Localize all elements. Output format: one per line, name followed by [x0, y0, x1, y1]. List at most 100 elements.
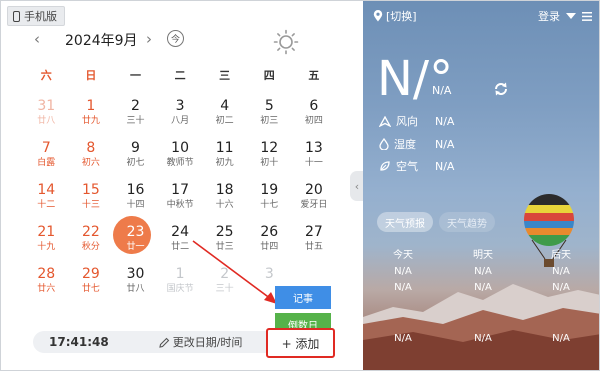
- lunar-date: 三十: [126, 116, 145, 126]
- lunar-date: 三十: [215, 284, 234, 294]
- calendar-day[interactable]: 15 十三: [69, 181, 114, 223]
- next-month-button[interactable]: ›: [146, 30, 152, 48]
- weekday-thu: 四: [263, 69, 275, 82]
- calendar-day[interactable]: 1 廿九: [69, 97, 114, 139]
- day-number: 26: [260, 224, 279, 240]
- calendar-day[interactable]: 24 廿二: [158, 223, 203, 265]
- day-number: 18: [215, 182, 234, 198]
- day-number: 27: [304, 224, 323, 240]
- forecast-value: N/A: [552, 282, 570, 293]
- menu-icon[interactable]: [582, 11, 592, 21]
- lunar-date: 廿五: [304, 242, 323, 252]
- forecast-day-after: 后天 N/A N/A: [521, 248, 599, 296]
- prev-month-button[interactable]: ‹: [34, 30, 40, 48]
- air-row: 空气 N/A: [379, 158, 454, 174]
- day-number: 2: [220, 266, 230, 282]
- calendar-day-today[interactable]: 23 廿一: [113, 216, 158, 265]
- calendar-day[interactable]: 19 十七: [247, 181, 292, 223]
- calendar-day[interactable]: 14 十二: [24, 181, 69, 223]
- lunar-date: 廿二: [171, 242, 190, 252]
- calendar-day[interactable]: 22 秋分: [69, 223, 114, 265]
- calendar-day[interactable]: 25 廿三: [202, 223, 247, 265]
- forecast-tomorrow-extra: N/A: [443, 331, 523, 346]
- calendar-day[interactable]: 9 初七: [113, 139, 158, 181]
- calendar-day[interactable]: 2 三十: [202, 265, 247, 307]
- day-number: 19: [260, 182, 279, 198]
- lunar-date: 十二: [37, 200, 56, 210]
- lunar-date: 廿六: [37, 284, 56, 294]
- day-number: 13: [304, 140, 323, 156]
- day-number: 1: [86, 98, 96, 114]
- forecast-today-extra: N/A: [363, 331, 443, 346]
- calendar-day[interactable]: 5 初三: [247, 97, 292, 139]
- calendar-day[interactable]: 3 八月: [158, 97, 203, 139]
- lunar-date: 中秋节: [166, 200, 194, 210]
- weekday-mon: 一: [129, 69, 141, 82]
- calendar-day[interactable]: 28 廿六: [24, 265, 69, 307]
- day-number: 25: [215, 224, 234, 240]
- weekday-header: 六 日 一 二 三 四 五: [24, 67, 336, 83]
- calendar-day[interactable]: 30 廿八: [113, 265, 158, 307]
- day-number: 21: [37, 224, 56, 240]
- forecast-day-name: 后天: [551, 250, 571, 261]
- calendar-day[interactable]: 26 廿四: [247, 223, 292, 265]
- tab-trend[interactable]: 天气趋势: [439, 212, 495, 232]
- mobile-version-button[interactable]: 手机版: [7, 6, 65, 26]
- calendar-day[interactable]: 20 爱牙日: [292, 181, 337, 223]
- lunar-date: 廿七: [81, 284, 100, 294]
- today-button[interactable]: 今: [167, 30, 184, 47]
- day-number: 7: [41, 140, 51, 156]
- leaf-icon: [380, 161, 390, 171]
- note-menu-item[interactable]: 记事: [275, 286, 331, 309]
- humidity-value: N/A: [435, 137, 455, 151]
- lunar-date: 初二: [215, 116, 234, 126]
- weekday-tue: 二: [174, 69, 186, 82]
- lunar-date: 十七: [260, 200, 279, 210]
- forecast-value: N/A: [474, 282, 492, 293]
- forecast-value: N/A: [474, 333, 492, 344]
- calendar-day[interactable]: 29 廿七: [69, 265, 114, 307]
- calendar-day[interactable]: 7 白露: [24, 139, 69, 181]
- login-button[interactable]: 登录: [538, 8, 560, 24]
- calendar-day[interactable]: 21 十九: [24, 223, 69, 265]
- month-title[interactable]: 2024年9月: [65, 30, 138, 50]
- month-navigation: ‹ 2024年9月 › 今: [1, 29, 363, 55]
- weather-tabs: 天气预报 天气趋势: [377, 212, 495, 232]
- forecast-value: N/A: [394, 333, 412, 344]
- wind-row: 风向 N/A: [379, 113, 454, 129]
- forecast-value: N/A: [552, 333, 570, 344]
- change-datetime-button[interactable]: 更改日期/时间: [159, 334, 242, 350]
- add-button[interactable]: + 添加: [266, 328, 335, 358]
- calendar-day[interactable]: 17 中秋节: [158, 181, 203, 223]
- calendar-day[interactable]: 8 初六: [69, 139, 114, 181]
- calendar-day[interactable]: 27 廿五: [292, 223, 337, 265]
- calendar-day[interactable]: 31 廿八: [24, 97, 69, 139]
- collapse-panel-button[interactable]: ‹: [350, 171, 364, 201]
- day-number: 23: [126, 224, 145, 240]
- calendar-day[interactable]: 6 初四: [292, 97, 337, 139]
- calendar-day[interactable]: 12 初十: [247, 139, 292, 181]
- forecast-day-name: 今天: [393, 250, 413, 261]
- calendar-day[interactable]: 11 初九: [202, 139, 247, 181]
- calendar-day[interactable]: 18 十六: [202, 181, 247, 223]
- sun-icon[interactable]: [273, 29, 299, 55]
- day-number: 3: [175, 98, 185, 114]
- day-number: 28: [37, 266, 56, 282]
- tab-forecast[interactable]: 天气预报: [377, 212, 433, 232]
- location-switch-label: [切换]: [386, 10, 417, 23]
- calendar-day[interactable]: 4 初二: [202, 97, 247, 139]
- calendar-day[interactable]: 1 国庆节: [158, 265, 203, 307]
- refresh-icon[interactable]: [493, 81, 509, 97]
- lunar-date: 初九: [215, 158, 234, 168]
- lunar-date: 秋分: [81, 242, 100, 252]
- lunar-date: 初七: [126, 158, 145, 168]
- calendar-day[interactable]: 10 教师节: [158, 139, 203, 181]
- lunar-date: 初十: [260, 158, 279, 168]
- calendar-day[interactable]: 2 三十: [113, 97, 158, 139]
- day-number: 2: [131, 98, 140, 114]
- wifi-icon[interactable]: [566, 12, 576, 20]
- day-number: 31: [37, 98, 56, 114]
- day-number: 22: [81, 224, 100, 240]
- location-switch[interactable]: [切换]: [373, 8, 417, 24]
- calendar-day[interactable]: 13 十一: [292, 139, 337, 181]
